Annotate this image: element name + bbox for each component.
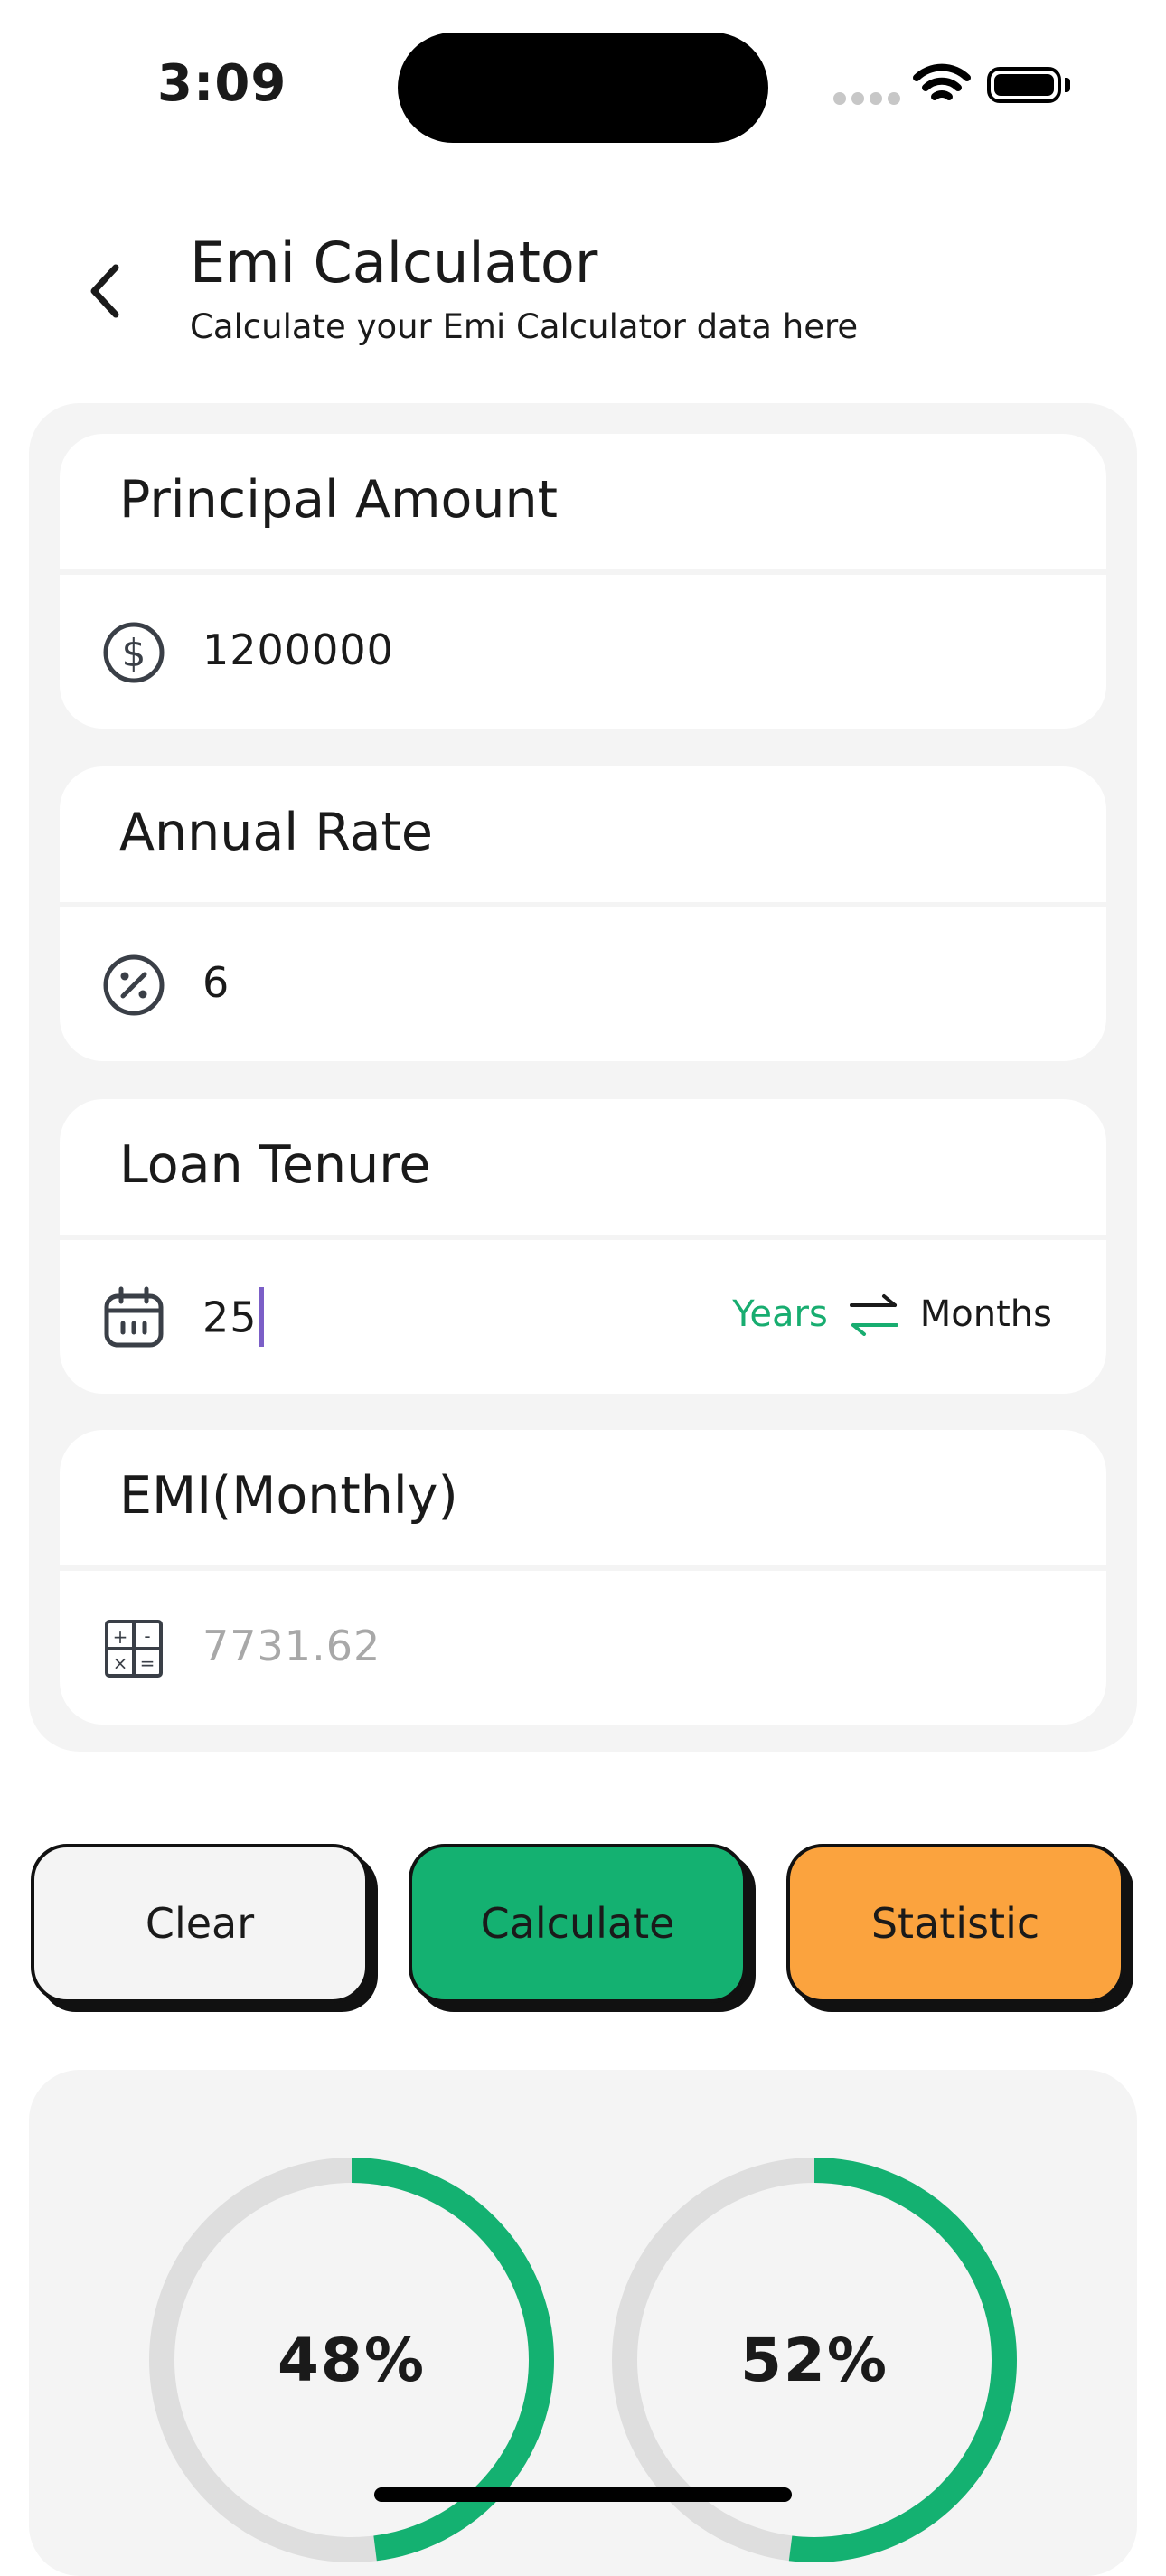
svg-text:=: =	[140, 1652, 155, 1674]
battery-icon	[987, 67, 1061, 103]
dollar-circle-icon: $	[101, 620, 166, 685]
tenure-value: 25	[202, 1293, 258, 1342]
page-title: Emi Calculator	[190, 230, 598, 296]
percent-circle-icon	[101, 953, 166, 1018]
svg-text:-: -	[144, 1625, 150, 1647]
svg-text:$: $	[122, 631, 146, 675]
calculate-button[interactable]: Calculate	[409, 1844, 747, 2003]
principal-label: Principal Amount	[119, 470, 559, 530]
right-progress-ring: 52%	[611, 2157, 1018, 2563]
principal-card: Principal Amount $ 1200000	[60, 434, 1106, 729]
chevron-left-icon	[90, 264, 119, 318]
tenure-card: Loan Tenure 25 Years Months	[60, 1099, 1106, 1394]
statistic-button[interactable]: Statistic	[786, 1844, 1124, 2003]
rate-card: Annual Rate 6	[60, 766, 1106, 1061]
left-ring-percent: 48%	[277, 2325, 426, 2395]
dynamic-island	[398, 33, 768, 143]
left-progress-ring: 48%	[148, 2157, 555, 2563]
unit-years-option[interactable]: Years	[732, 1293, 828, 1335]
right-ring-percent: 52%	[740, 2325, 889, 2395]
tenure-input[interactable]: 25	[202, 1287, 264, 1350]
principal-input[interactable]: 1200000	[202, 625, 394, 674]
emi-result: 7731.62	[202, 1622, 381, 1670]
rate-input[interactable]: 6	[202, 958, 230, 1007]
divider	[60, 902, 1106, 907]
clear-button[interactable]: Clear	[31, 1844, 369, 2003]
emi-label: EMI(Monthly)	[119, 1466, 458, 1526]
status-time: 3:09	[157, 54, 287, 113]
emi-card: EMI(Monthly) + - × = 7731.62	[60, 1430, 1106, 1725]
tenure-label: Loan Tenure	[119, 1135, 431, 1195]
calculator-icon: + - × =	[101, 1616, 166, 1681]
divider	[60, 1235, 1106, 1240]
tenure-unit-toggle[interactable]: Years Months	[732, 1293, 1052, 1336]
back-button[interactable]	[78, 255, 132, 327]
calendar-icon	[101, 1285, 166, 1350]
svg-text:+: +	[113, 1626, 128, 1648]
cellular-signal-icon	[833, 92, 900, 105]
page-subtitle: Calculate your Emi Calculator data here	[190, 307, 859, 346]
wifi-icon	[913, 63, 971, 110]
svg-text:×: ×	[113, 1652, 128, 1674]
swap-arrows-icon	[849, 1294, 898, 1336]
unit-months-option[interactable]: Months	[920, 1293, 1052, 1335]
rate-label: Annual Rate	[119, 803, 433, 862]
home-indicator	[374, 2487, 792, 2502]
battery-tip	[1065, 78, 1070, 92]
text-caret	[259, 1287, 264, 1347]
divider	[60, 569, 1106, 575]
divider	[60, 1565, 1106, 1571]
